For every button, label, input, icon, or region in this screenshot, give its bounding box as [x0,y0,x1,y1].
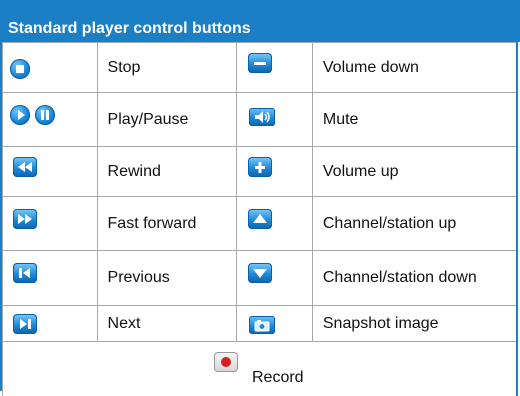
label-volume-up: Volume up [312,147,517,197]
pause-icon [35,105,55,125]
snapshot-icon-cell [237,306,313,342]
table-row: Rewind Volume up [3,147,518,197]
channel-down-icon [248,263,272,283]
table-title: Standard player control buttons [8,20,251,38]
record-icon [214,352,238,372]
next-icon-cell [3,306,98,342]
label-rewind: Rewind [97,147,237,197]
channel-down-icon-cell [237,251,313,306]
volume-down-icon-cell [237,43,313,93]
label-record: Record [252,369,304,387]
label-channel-down: Channel/station down [312,251,517,306]
player-controls-table: Stop Volume down Play/Pau [2,42,518,396]
rewind-icon-cell [3,147,98,197]
label-channel-up: Channel/station up [312,197,517,251]
table-row: Record [3,342,518,396]
table-row: Stop Volume down [3,43,518,93]
table-row: Previous Channel/station down [3,251,518,306]
label-play-pause: Play/Pause [97,93,237,147]
label-snapshot: Snapshot image [312,306,517,342]
label-previous: Previous [97,251,237,306]
channel-up-icon-cell [237,197,313,251]
table-row: Play/Pause Mute [3,93,518,147]
record-cell: Record [3,342,516,396]
label-stop: Stop [97,43,237,93]
label-next: Next [97,306,237,342]
label-fast-forward: Fast forward [97,197,237,251]
fast-forward-icon-cell [3,197,98,251]
next-icon [13,314,37,334]
table-row: Next Snapshot image [3,306,518,342]
volume-up-icon-cell [237,147,313,197]
stop-icon-cell [3,43,98,93]
mute-icon [249,108,275,126]
title-bar: Standard player control buttons [0,0,520,42]
volume-down-icon [248,53,272,73]
previous-icon-cell [3,251,98,306]
play-icon [10,105,30,125]
label-volume-down: Volume down [312,43,517,93]
record-row: Record [3,342,518,396]
table-row: Fast forward Channel/station up [3,197,518,251]
channel-up-icon [248,209,272,229]
snapshot-icon [249,316,275,334]
previous-icon [13,263,37,283]
rewind-icon [13,157,37,177]
stop-icon [10,59,30,79]
play-pause-icons-cell [3,93,98,147]
fast-forward-icon [13,209,37,229]
volume-up-icon [248,157,272,177]
mute-icon-cell [237,93,313,147]
record-dot [221,357,231,367]
label-mute: Mute [312,93,517,147]
